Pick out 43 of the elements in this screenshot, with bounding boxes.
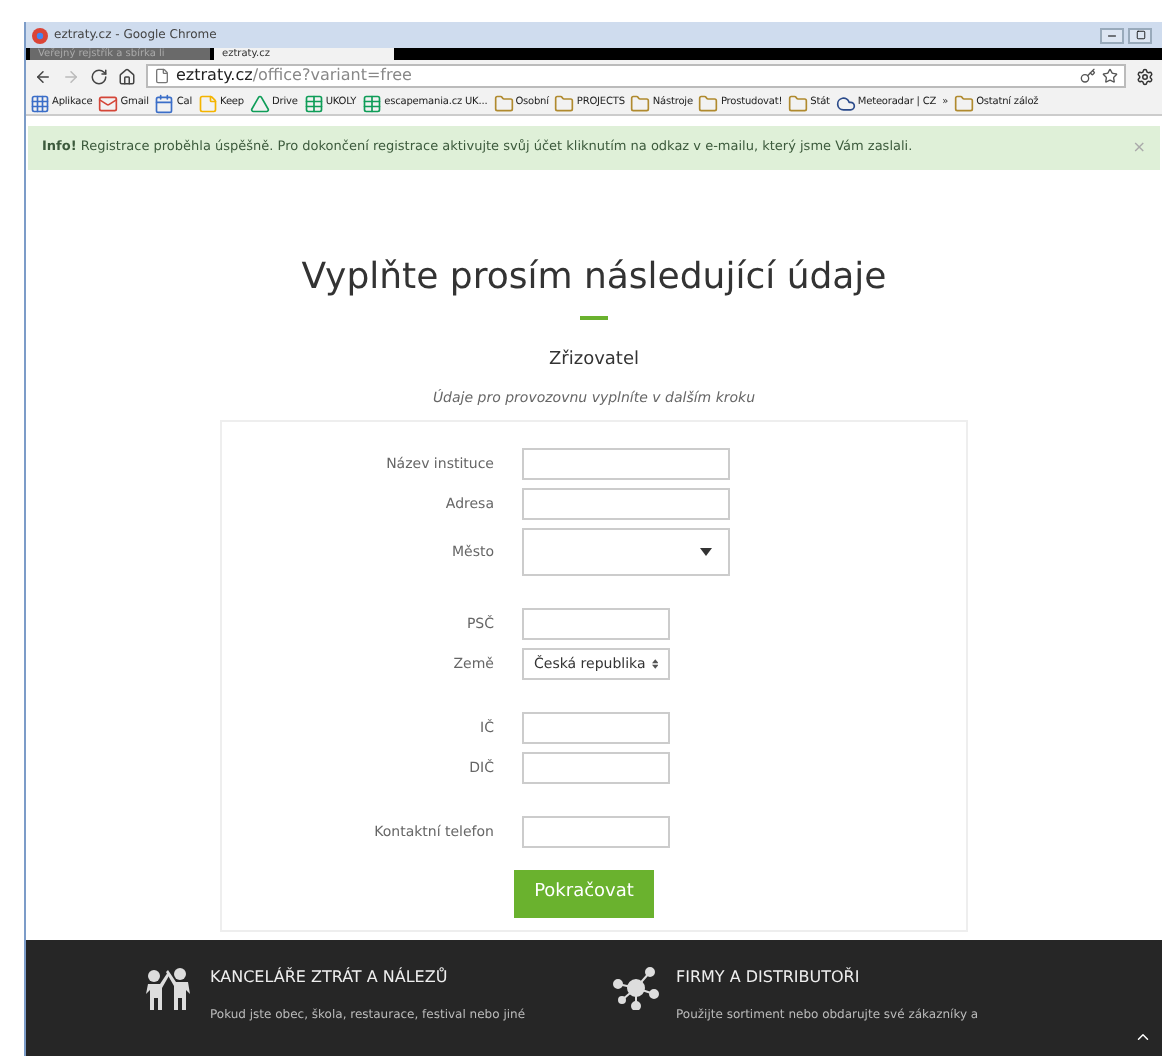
- folder-icon: [788, 93, 809, 113]
- url-text: eztraty.cz/office?variant=free: [176, 64, 412, 88]
- apps-icon: [30, 93, 50, 113]
- footer-heading: KANCELÁŘE ZTRÁT A NÁLEZŮ: [210, 966, 450, 990]
- sort-icon: [651, 658, 658, 670]
- page-heading: Vyplňte prosím následující údaje: [299, 254, 889, 302]
- mail-icon: [98, 93, 119, 113]
- text-field[interactable]: [522, 488, 730, 520]
- note-icon: [198, 93, 219, 113]
- minimize-button[interactable]: [1100, 27, 1124, 43]
- minimize-icon: [1106, 29, 1118, 41]
- home-icon[interactable]: [118, 67, 136, 85]
- text-field[interactable]: [522, 816, 670, 848]
- text-field[interactable]: [522, 712, 670, 744]
- folder-icon: [954, 93, 975, 113]
- folder-icon: [698, 93, 719, 113]
- key-icon: [1080, 68, 1096, 84]
- address-bar[interactable]: eztraty.cz/office?variant=free: [146, 64, 1126, 88]
- cloud-icon: [835, 93, 856, 113]
- folder-icon: [630, 93, 651, 113]
- table-icon: [303, 93, 324, 113]
- calendar-icon: [154, 93, 175, 113]
- section-title: Zřizovatel: [546, 348, 641, 374]
- folder-icon: [554, 93, 575, 113]
- text-field[interactable]: [522, 752, 670, 784]
- page-icon: [154, 68, 170, 84]
- maximize-button[interactable]: [1128, 27, 1152, 43]
- dropdown-field[interactable]: [522, 528, 730, 576]
- text-field[interactable]: [522, 608, 670, 640]
- folder-icon: [493, 93, 514, 113]
- footer-heading: FIRMY A DISTRIBUTOŘI: [676, 966, 862, 990]
- back-icon[interactable]: [34, 67, 52, 85]
- reload-icon[interactable]: [90, 67, 108, 85]
- maximize-icon: [1135, 30, 1145, 40]
- table-icon: [362, 93, 383, 113]
- settings-icon[interactable]: [1136, 67, 1154, 85]
- star-icon[interactable]: [1102, 68, 1118, 84]
- network-icon: [612, 966, 660, 1010]
- people-icon: [142, 966, 194, 1010]
- text-field[interactable]: [522, 448, 730, 480]
- browser-logo-icon: [32, 27, 48, 43]
- caret-icon: [700, 548, 712, 556]
- triangle-icon: [250, 93, 270, 113]
